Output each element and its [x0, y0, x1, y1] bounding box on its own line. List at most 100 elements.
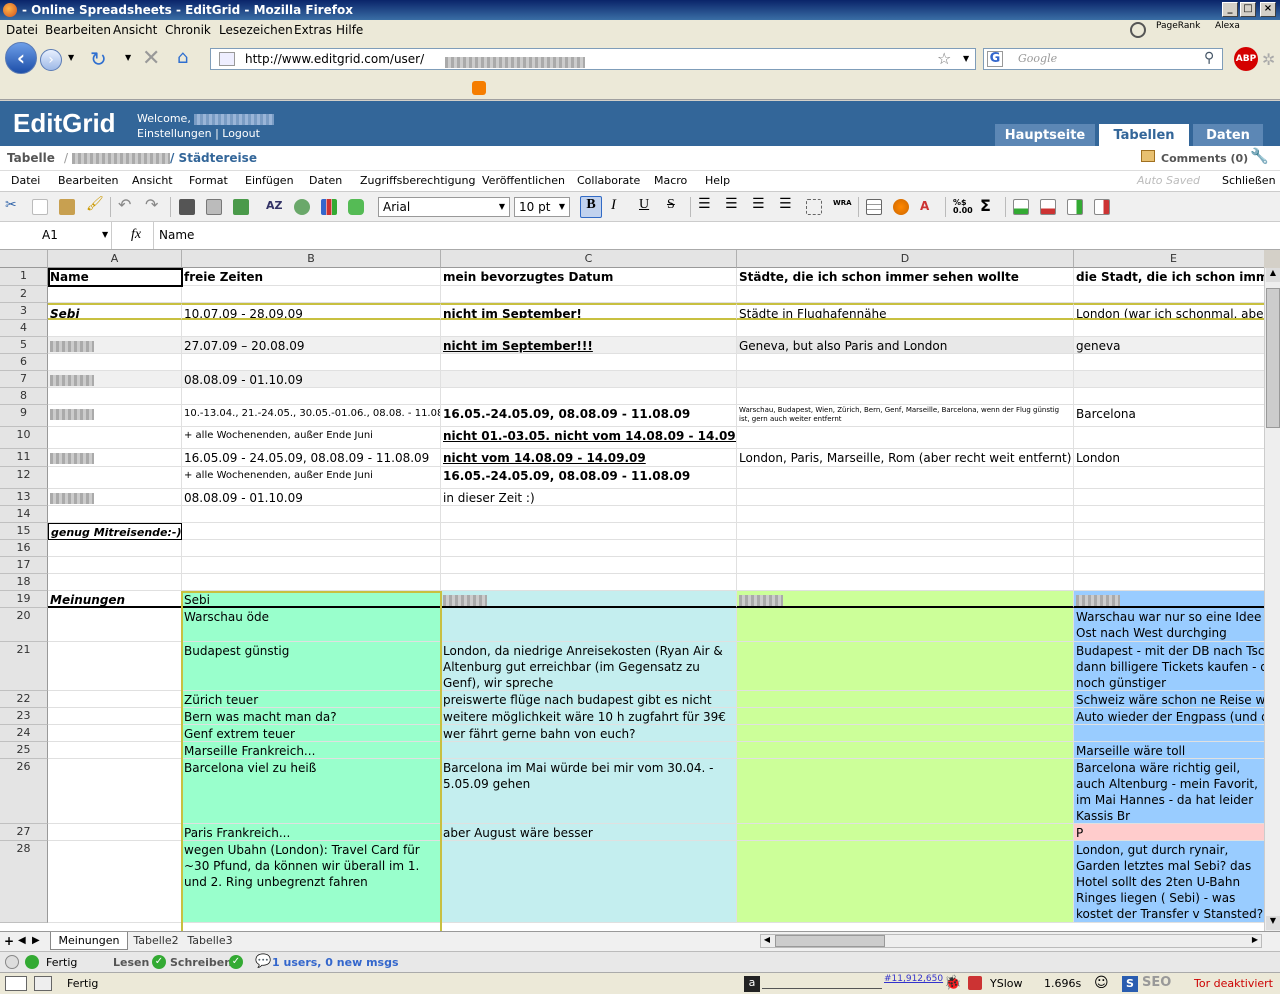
app-menu-macro[interactable]: Macro — [654, 174, 687, 187]
horizontal-scrollbar[interactable]: ◀ ▶ — [760, 934, 1262, 948]
cell-c3[interactable]: nicht im September! — [441, 303, 737, 320]
cell-c14[interactable] — [441, 506, 737, 523]
cell-a27[interactable] — [48, 824, 182, 841]
row-header[interactable]: 2 — [0, 286, 48, 303]
cell-d11[interactable]: London, Paris, Marseille, Rom (aber rech… — [737, 449, 1074, 467]
cell-a23[interactable] — [48, 708, 182, 725]
cell-e21[interactable]: Budapest - mit der DB nach Tsc dann bill… — [1074, 642, 1264, 691]
redo-icon[interactable]: ↷ — [145, 195, 161, 214]
breadcrumb-root[interactable]: Tabelle — [7, 151, 55, 165]
cell-d9[interactable]: Warschau, Budapest, Wien, Zürich, Bern, … — [737, 405, 1074, 427]
stop-icon[interactable]: ✕ — [142, 46, 160, 71]
column-header-a[interactable]: A — [48, 250, 182, 268]
row-header[interactable]: 4 — [0, 320, 48, 337]
cell-b1[interactable]: freie Zeiten — [182, 268, 441, 286]
cell-d25[interactable] — [737, 742, 1074, 759]
cell-a11[interactable] — [48, 449, 182, 467]
cell-b9[interactable]: 10.-13.04., 21.-24.05., 30.05.-01.06., 0… — [182, 405, 441, 427]
back-icon[interactable]: ‹ — [5, 42, 37, 74]
cell-d7[interactable] — [737, 371, 1074, 388]
cell-d15[interactable] — [737, 523, 1074, 540]
cell-c17[interactable] — [441, 557, 737, 574]
row-header[interactable]: 26 — [0, 759, 48, 824]
chat-icon[interactable]: 💬 — [255, 954, 271, 969]
breadcrumb-user[interactable]: / — [64, 151, 170, 165]
menu-datei[interactable]: Datei — [6, 23, 38, 37]
cell-d27[interactable] — [737, 824, 1074, 841]
row-header[interactable]: 22 — [0, 691, 48, 708]
cell-b28[interactable]: wegen Ubahn (London): Travel Card für ~3… — [182, 841, 441, 923]
justify-icon[interactable]: ☰ — [779, 196, 795, 212]
alexa-status-icon[interactable]: a — [744, 976, 760, 992]
cell-c16[interactable] — [441, 540, 737, 557]
cell-b6[interactable] — [182, 354, 441, 371]
url-bar[interactable]: http://www.editgrid.com/user/ ☆ ▼ — [210, 48, 976, 70]
cell-b2[interactable] — [182, 286, 441, 303]
search-box[interactable]: G Google ⚲ — [983, 48, 1223, 70]
cell-a8[interactable] — [48, 388, 182, 405]
app-menu-veroeffentlichen[interactable]: Veröffentlichen — [482, 174, 565, 187]
cell-d22[interactable] — [737, 691, 1074, 708]
cell-b10[interactable]: + alle Wochenenden, außer Ende Juni — [182, 427, 441, 449]
formula-input[interactable]: Name — [159, 228, 194, 242]
cell-a6[interactable] — [48, 354, 182, 371]
cell-e14[interactable] — [1074, 506, 1264, 523]
cell-b25[interactable]: Marseille Frankreich... — [182, 742, 441, 759]
cell-b18[interactable] — [182, 574, 441, 591]
cell-c5[interactable]: nicht im September!!! — [441, 337, 737, 354]
menu-hilfe[interactable]: Hilfe — [336, 23, 363, 37]
cell-c8[interactable] — [441, 388, 737, 405]
cell-d10[interactable] — [737, 427, 1074, 449]
cell-a28[interactable] — [48, 841, 182, 923]
font-color-icon[interactable]: A — [920, 199, 936, 215]
cell-d20[interactable] — [737, 608, 1074, 642]
row-header[interactable]: 8 — [0, 388, 48, 405]
cell-e1[interactable]: die Stadt, die ich schon imme — [1074, 268, 1264, 286]
cell-a22[interactable] — [48, 691, 182, 708]
cell-a26[interactable] — [48, 759, 182, 824]
settings-logout-links[interactable]: Einstellungen | Logout — [137, 127, 260, 140]
cell-b22[interactable]: Zürich teuer — [182, 691, 441, 708]
cell-a9[interactable] — [48, 405, 182, 427]
row-header[interactable]: 6 — [0, 354, 48, 371]
cell-c2[interactable] — [441, 286, 737, 303]
cell-d18[interactable] — [737, 574, 1074, 591]
alexa-rank[interactable]: #11,912,650 — [884, 974, 943, 984]
row-header[interactable]: 16 — [0, 540, 48, 557]
tor-status[interactable]: Tor deaktiviert — [1194, 977, 1273, 990]
cell-e18[interactable] — [1074, 574, 1264, 591]
close-document-link[interactable]: Schließen — [1222, 174, 1276, 187]
wrap-text-icon[interactable]: WRA — [833, 199, 852, 215]
row-header[interactable]: 12 — [0, 467, 48, 489]
menu-lesezeichen[interactable]: Lesezeichen — [219, 23, 293, 37]
cell-a3[interactable]: Sebi — [48, 303, 182, 320]
cell-c18[interactable] — [441, 574, 737, 591]
cell-d14[interactable] — [737, 506, 1074, 523]
insert-row-icon[interactable] — [1013, 199, 1029, 215]
cell-d21[interactable] — [737, 642, 1074, 691]
tab-hauptseite[interactable]: Hauptseite — [995, 124, 1095, 147]
app-menu-zugriff[interactable]: Zugriffsberechtigung — [360, 174, 475, 187]
cell-b3[interactable]: 10.07.09 - 28.09.09 — [182, 303, 441, 320]
cell-a13[interactable] — [48, 489, 182, 506]
cell-e23[interactable]: Auto wieder der Engpass (und d — [1074, 708, 1264, 725]
menu-extras[interactable]: Extras — [294, 23, 332, 37]
cell-c11[interactable]: nicht vom 14.08.09 - 14.09.09 — [441, 449, 737, 467]
cell-b4[interactable] — [182, 320, 441, 337]
cell-a20[interactable] — [48, 608, 182, 642]
cell-e2[interactable] — [1074, 286, 1264, 303]
bold-button[interactable]: B — [580, 196, 602, 218]
minimize-button[interactable]: _ — [1222, 2, 1238, 17]
cell-b16[interactable] — [182, 540, 441, 557]
cell-d26[interactable] — [737, 759, 1074, 824]
cell-d19[interactable] — [737, 591, 1074, 608]
menu-ansicht[interactable]: Ansicht — [113, 23, 157, 37]
insert-column-icon[interactable] — [1067, 199, 1083, 215]
seo-icon[interactable]: SEO — [1142, 975, 1171, 990]
cell-d12[interactable] — [737, 467, 1074, 489]
blogger-icon[interactable] — [472, 81, 486, 95]
smiley-icon[interactable]: ☺ — [1094, 975, 1109, 991]
column-header-d[interactable]: D — [737, 250, 1074, 268]
cell-e19[interactable] — [1074, 591, 1264, 608]
cell-c13[interactable]: in dieser Zeit :) — [441, 489, 737, 506]
